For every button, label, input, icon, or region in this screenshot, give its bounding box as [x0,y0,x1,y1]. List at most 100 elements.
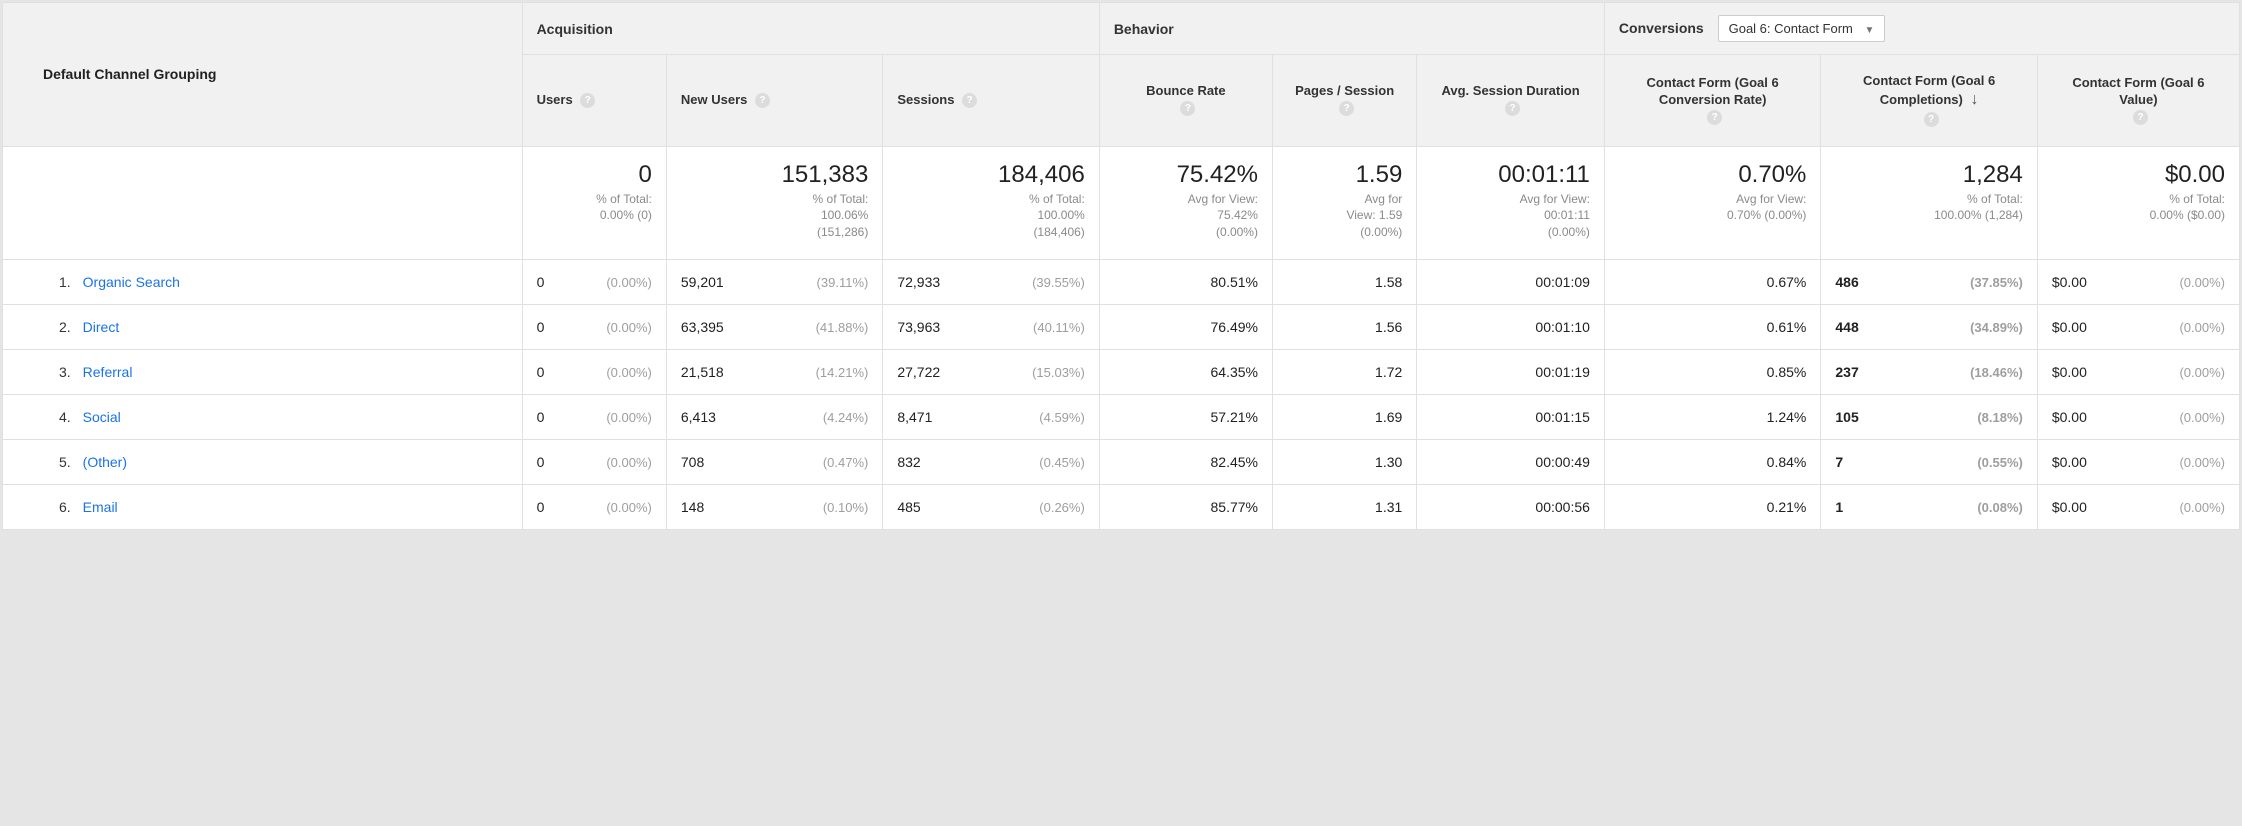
cell-pages-session: 1.72 [1272,349,1416,394]
col-new-users[interactable]: New Users ? [666,55,882,147]
summary-goal-value: $0.00 % of Total:0.00% ($0.00) [2037,146,2239,259]
col-sessions[interactable]: Sessions ? [883,55,1099,147]
channel-link[interactable]: Email [83,499,118,515]
col-avg-session-duration[interactable]: Avg. Session Duration ? [1417,55,1605,147]
cell-pages-session: 1.56 [1272,304,1416,349]
channel-link[interactable]: Social [83,409,121,425]
help-icon[interactable]: ? [2133,110,2148,125]
dimension-header[interactable]: Default Channel Grouping [3,3,523,147]
cell-goal-value: $0.00(0.00%) [2037,349,2239,394]
summary-sessions: 184,406 % of Total:100.00%(184,406) [883,146,1099,259]
cell-sessions: 832(0.45%) [883,439,1099,484]
col-goal-value[interactable]: Contact Form (Goal 6 Value) ? [2037,55,2239,147]
channel-link[interactable]: Referral [83,364,133,380]
cell-new-users: 708(0.47%) [666,439,882,484]
chevron-down-icon: ▼ [1865,25,1875,36]
cell-new-users: 6,413(4.24%) [666,394,882,439]
cell-users: 0(0.00%) [522,484,666,529]
cell-avg-session-duration: 00:00:56 [1417,484,1605,529]
cell-bounce-rate: 57.21% [1099,394,1272,439]
col-asd-label: Avg. Session Duration [1441,83,1579,98]
help-icon[interactable]: ? [1180,101,1195,116]
summary-asd-sub: Avg for View:00:01:11(0.00%) [1520,192,1590,240]
summary-cr-sub: Avg for View:0.70% (0.00%) [1727,192,1806,223]
table-row: 4.Social0(0.00%)6,413(4.24%)8,471(4.59%)… [3,394,2240,439]
analytics-table: Default Channel Grouping Acquisition Beh… [2,2,2240,530]
cell-users: 0(0.00%) [522,259,666,304]
row-index: 4. [3,394,75,439]
col-pages-session-label: Pages / Session [1295,83,1394,98]
cell-sessions: 27,722(15.03%) [883,349,1099,394]
cell-completions: 105(8.18%) [1821,394,2037,439]
channel-name-cell: Email [75,484,522,529]
col-users-label: Users [537,92,573,107]
summary-avg-session-duration: 00:01:11 Avg for View:00:01:11(0.00%) [1417,146,1605,259]
help-icon[interactable]: ? [1924,112,1939,127]
cell-sessions: 8,471(4.59%) [883,394,1099,439]
summary-pages-session: 1.59 Avg forView: 1.59(0.00%) [1272,146,1416,259]
cell-pages-session: 1.58 [1272,259,1416,304]
cell-conversion-rate: 0.61% [1604,304,1820,349]
cell-bounce-rate: 80.51% [1099,259,1272,304]
summary-users-value: 0 [537,161,652,189]
cell-goal-value: $0.00(0.00%) [2037,394,2239,439]
col-conversion-rate[interactable]: Contact Form (Goal 6 Conversion Rate) ? [1604,55,1820,147]
cell-bounce-rate: 85.77% [1099,484,1272,529]
summary-new-users: 151,383 % of Total:100.06%(151,286) [666,146,882,259]
channel-link[interactable]: Organic Search [83,274,180,290]
summary-comp-value: 1,284 [1835,161,2022,189]
cell-bounce-rate: 76.49% [1099,304,1272,349]
col-users[interactable]: Users ? [522,55,666,147]
table-row: 5.(Other)0(0.00%)708(0.47%)832(0.45%)82.… [3,439,2240,484]
cell-completions: 448(34.89%) [1821,304,2037,349]
col-bounce-rate-label: Bounce Rate [1146,83,1225,98]
summary-asd-value: 00:01:11 [1431,161,1590,189]
channel-name-cell: Referral [75,349,522,394]
cell-completions: 7(0.55%) [1821,439,2037,484]
summary-pps-value: 1.59 [1287,161,1402,189]
cell-avg-session-duration: 00:01:19 [1417,349,1605,394]
channel-link[interactable]: Direct [83,319,120,335]
summary-users: 0 % of Total:0.00% (0) [522,146,666,259]
summary-val-sub: % of Total:0.00% ($0.00) [2150,192,2225,223]
summary-cr-value: 0.70% [1619,161,1806,189]
cell-pages-session: 1.69 [1272,394,1416,439]
summary-users-sub: % of Total:0.00% (0) [596,192,652,223]
help-icon[interactable]: ? [962,93,977,108]
channel-link[interactable]: (Other) [83,454,127,470]
goal-selector[interactable]: Goal 6: Contact Form ▼ [1718,15,1886,42]
cell-users: 0(0.00%) [522,439,666,484]
help-icon[interactable]: ? [580,93,595,108]
help-icon[interactable]: ? [1339,101,1354,116]
help-icon[interactable]: ? [755,93,770,108]
channel-name-cell: (Other) [75,439,522,484]
col-pages-session[interactable]: Pages / Session ? [1272,55,1416,147]
goal-selector-label: Goal 6: Contact Form [1729,21,1853,36]
cell-conversion-rate: 0.85% [1604,349,1820,394]
channel-name-cell: Social [75,394,522,439]
summary-completions: 1,284 % of Total:100.00% (1,284) [1821,146,2037,259]
cell-sessions: 73,963(40.11%) [883,304,1099,349]
col-completions[interactable]: Contact Form (Goal 6 Completions) ↓ ? [1821,55,2037,147]
group-conversions: Conversions Goal 6: Contact Form ▼ [1604,3,2239,55]
help-icon[interactable]: ? [1707,110,1722,125]
help-icon[interactable]: ? [1505,101,1520,116]
cell-avg-session-duration: 00:00:49 [1417,439,1605,484]
cell-conversion-rate: 0.21% [1604,484,1820,529]
cell-new-users: 148(0.10%) [666,484,882,529]
channel-name-cell: Direct [75,304,522,349]
group-acquisition: Acquisition [522,3,1099,55]
col-bounce-rate[interactable]: Bounce Rate ? [1099,55,1272,147]
row-index: 6. [3,484,75,529]
cell-avg-session-duration: 00:01:10 [1417,304,1605,349]
cell-goal-value: $0.00(0.00%) [2037,259,2239,304]
cell-completions: 237(18.46%) [1821,349,2037,394]
summary-pps-sub: Avg forView: 1.59(0.00%) [1346,192,1402,240]
col-sessions-label: Sessions [897,92,954,107]
cell-conversion-rate: 0.84% [1604,439,1820,484]
summary-row: 0 % of Total:0.00% (0) 151,383 % of Tota… [3,146,2240,259]
table-row: 6.Email0(0.00%)148(0.10%)485(0.26%)85.77… [3,484,2240,529]
row-index: 5. [3,439,75,484]
cell-avg-session-duration: 00:01:09 [1417,259,1605,304]
summary-bounce-rate: 75.42% Avg for View:75.42%(0.00%) [1099,146,1272,259]
